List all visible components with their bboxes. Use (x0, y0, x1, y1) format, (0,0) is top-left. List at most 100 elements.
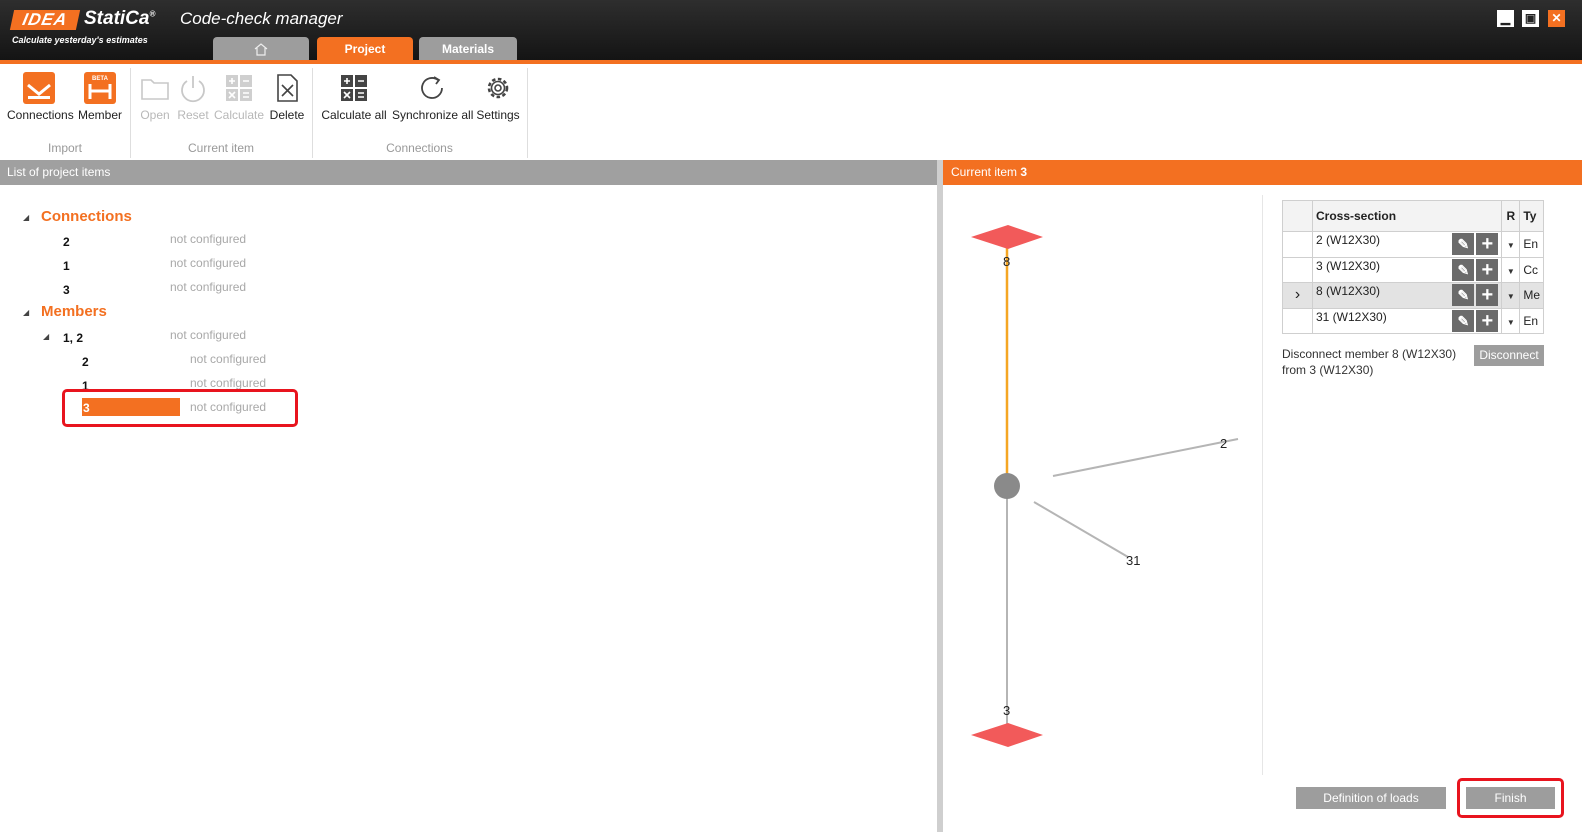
delete-document-icon (277, 74, 298, 102)
member-line-2[interactable] (1052, 438, 1239, 477)
member-label-8: 8 (1003, 254, 1010, 269)
disconnect-description: Disconnect member 8 (W12X30) from 3 (W12… (1282, 347, 1457, 377)
add-icon[interactable]: + (1476, 284, 1499, 307)
member-label-2: 2 (1220, 436, 1227, 451)
table-row[interactable]: 31 (W12X30) ✎ + ▼ En (1282, 307, 1544, 334)
row-type[interactable]: Me (1519, 282, 1544, 309)
edit-icon[interactable]: ✎ (1452, 284, 1475, 307)
close-button[interactable]: ✕ (1548, 10, 1565, 27)
table-row[interactable]: 2 (W12X30) ✎ + ▼ En (1282, 231, 1544, 258)
current-item-id: 3 (1020, 165, 1028, 179)
highlight-box (1457, 778, 1564, 818)
table-row[interactable]: › 8 (W12X30) ✎ + ▼ Me (1282, 282, 1544, 309)
power-icon (181, 76, 205, 103)
table-header-arrow (1282, 200, 1313, 232)
model-viewport[interactable]: 8 2 31 3 (943, 185, 1262, 775)
calculate-button[interactable]: Calculate (214, 72, 264, 122)
home-icon (254, 43, 268, 56)
settings-button[interactable]: Settings (476, 72, 520, 122)
dropdown-arrow-icon[interactable]: ▼ (1507, 267, 1515, 276)
folder-icon (141, 79, 169, 100)
row-arrow (1282, 256, 1313, 283)
synchronize-all-button[interactable]: Synchronize all (392, 72, 473, 122)
app-title: Code-check manager (180, 9, 343, 28)
row-type[interactable]: Cc (1519, 256, 1544, 283)
tree-item-id[interactable]: 2 (63, 235, 70, 249)
project-items-header: List of project items (0, 160, 937, 185)
tree-group-members[interactable]: Members (41, 303, 107, 320)
tree-item-id[interactable]: 1 (63, 259, 70, 273)
row-section: 8 (W12X30) (1316, 284, 1381, 299)
add-icon[interactable]: + (1476, 258, 1499, 281)
row-arrow (1282, 231, 1313, 258)
tab-materials[interactable]: Materials (419, 37, 517, 61)
connection-node[interactable] (994, 473, 1020, 499)
tree-group-connections[interactable]: Connections (41, 208, 132, 225)
logo-tagline: Calculate yesterday's estimates (12, 35, 148, 45)
group-label-current-item: Current item (187, 141, 255, 155)
logo-idea: IDEA (9, 10, 81, 30)
support-bottom-icon (971, 723, 1043, 747)
table-header-cross-section: Cross-section (1311, 200, 1503, 232)
gear-icon (487, 77, 509, 99)
add-icon[interactable]: + (1476, 309, 1499, 332)
row-section: 2 (W12X30) (1316, 233, 1381, 248)
tree-item-status: not configured (170, 280, 247, 294)
calculate-all-button[interactable]: Calculate all (321, 72, 387, 122)
ribbon: Connections BETA Member Import Open Rese… (0, 64, 1582, 160)
delete-button[interactable]: Delete (268, 72, 306, 122)
support-top-icon (971, 225, 1043, 249)
dropdown-arrow-icon[interactable]: ▼ (1507, 318, 1515, 327)
row-section: 31 (W12X30) (1316, 309, 1387, 324)
collapse-members-icon[interactable]: ◢ (23, 308, 29, 317)
calculator-icon (341, 75, 367, 101)
row-arrow (1282, 307, 1313, 334)
member-line-31[interactable] (1033, 501, 1129, 558)
tree-item-id[interactable]: 2 (82, 355, 89, 369)
viewport-separator (1262, 195, 1263, 775)
group-separator (527, 68, 528, 158)
tree-item-status: not configured (190, 352, 267, 366)
disconnect-button[interactable]: Disconnect (1474, 345, 1544, 366)
edit-icon[interactable]: ✎ (1452, 233, 1475, 256)
row-type[interactable]: En (1519, 231, 1544, 258)
group-label-connections: Connections (386, 141, 453, 155)
row-type[interactable]: En (1519, 307, 1544, 334)
minimize-button[interactable]: ▁ (1497, 10, 1514, 27)
reset-button[interactable]: Reset (176, 72, 210, 122)
group-label-import: Import (47, 141, 82, 155)
tree-item-status: not configured (170, 232, 247, 246)
tree-item-status: not configured (170, 328, 247, 342)
table-row[interactable]: 3 (W12X30) ✎ + ▼ Cc (1282, 256, 1544, 283)
edit-icon[interactable]: ✎ (1452, 309, 1475, 332)
tree-item-status: not configured (170, 256, 247, 270)
tab-project[interactable]: Project (317, 37, 413, 61)
table-header-r: R (1501, 200, 1521, 232)
maximize-button[interactable]: ▣ (1522, 10, 1539, 27)
dropdown-arrow-icon[interactable]: ▼ (1507, 292, 1515, 301)
import-member-button[interactable]: BETA Member (78, 72, 122, 122)
row-arrow-icon: › (1282, 282, 1313, 309)
tree-item-id[interactable]: 3 (63, 283, 70, 297)
app-window: IDEA StatiCa® Calculate yesterday's esti… (0, 0, 1582, 832)
highlight-box (62, 389, 298, 427)
member-label-31: 31 (1126, 553, 1140, 568)
import-connections-button[interactable]: Connections (7, 72, 74, 122)
open-button[interactable]: Open (138, 72, 172, 122)
member-label-3: 3 (1003, 703, 1010, 718)
definition-of-loads-button[interactable]: Definition of loads (1296, 787, 1446, 809)
collapse-connections-icon[interactable]: ◢ (23, 213, 29, 222)
dropdown-arrow-icon[interactable]: ▼ (1507, 241, 1515, 250)
connections-import-icon (23, 72, 55, 104)
collapse-member-group-icon[interactable]: ◢ (43, 332, 49, 341)
row-section: 3 (W12X30) (1316, 258, 1381, 273)
edit-icon[interactable]: ✎ (1452, 258, 1475, 281)
add-icon[interactable]: + (1476, 233, 1499, 256)
tab-home[interactable] (213, 37, 309, 61)
title-bar: IDEA StatiCa® Calculate yesterday's esti… (0, 0, 1582, 61)
svg-text:BETA: BETA (92, 76, 109, 82)
tree-member-group-id[interactable]: 1, 2 (63, 331, 83, 345)
logo-statica: StatiCa® (84, 8, 156, 29)
current-item-header: Current item 3 (943, 160, 1582, 185)
refresh-icon (421, 76, 443, 99)
